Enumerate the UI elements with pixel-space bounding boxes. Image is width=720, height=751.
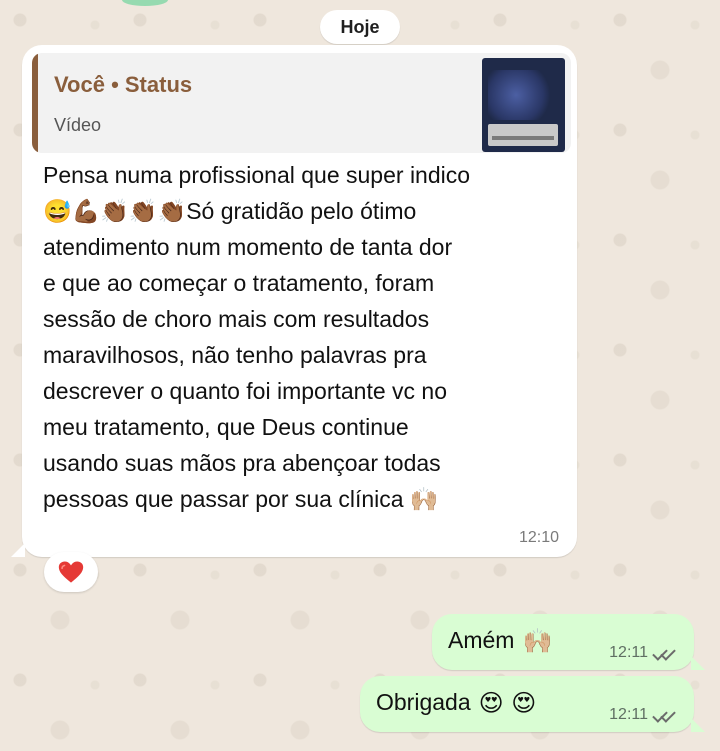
message-text: Obrigada [376, 689, 471, 715]
outgoing-message-bubble[interactable]: Amém 🙌🏼 12:11 [432, 614, 705, 670]
message-meta: 12:11 [609, 706, 678, 724]
message-text: Amém [448, 627, 515, 653]
bubble-tail [11, 543, 25, 557]
quoted-status-reply[interactable]: Você • Status Vídeo [32, 53, 571, 153]
message-meta: 12:11 [609, 644, 678, 662]
message-time: 12:11 [609, 706, 648, 723]
outgoing-message-content: Obrigada 😍 😍 [376, 689, 536, 716]
double-check-icon [652, 708, 678, 722]
date-chip-label: Hoje [340, 16, 380, 37]
message-text: Pensa numa profissional que super indico… [43, 162, 471, 512]
message-time: 12:11 [609, 644, 648, 661]
status-video-thumbnail[interactable] [482, 58, 565, 152]
double-check-icon [652, 646, 678, 660]
reaction-badge[interactable] [44, 552, 98, 592]
message-time: 12:10 [518, 529, 559, 546]
bubble-tail [691, 656, 705, 670]
quote-author: Você • Status [54, 72, 193, 97]
quote-media-type: Vídeo [54, 115, 102, 135]
incoming-message-bubble[interactable]: Você • Status Vídeo Pensa numa profissio… [11, 45, 577, 557]
date-chip: Hoje [320, 10, 400, 44]
outgoing-message-content: Amém 🙌🏼 [448, 627, 552, 654]
raised-hands-emoji: 🙌🏼 [522, 626, 553, 655]
thumbnail-image [488, 70, 558, 120]
thumbnail-caption-line [492, 136, 554, 140]
heart-eyes-emoji: 😍 😍 [478, 688, 537, 717]
heart-icon [58, 561, 84, 583]
outgoing-message-bubble[interactable]: Obrigada 😍 😍 12:11 [360, 676, 705, 732]
quote-accent-bar [32, 53, 38, 153]
thumbnail-caption-area [488, 124, 558, 146]
bubble-tail [691, 718, 705, 732]
